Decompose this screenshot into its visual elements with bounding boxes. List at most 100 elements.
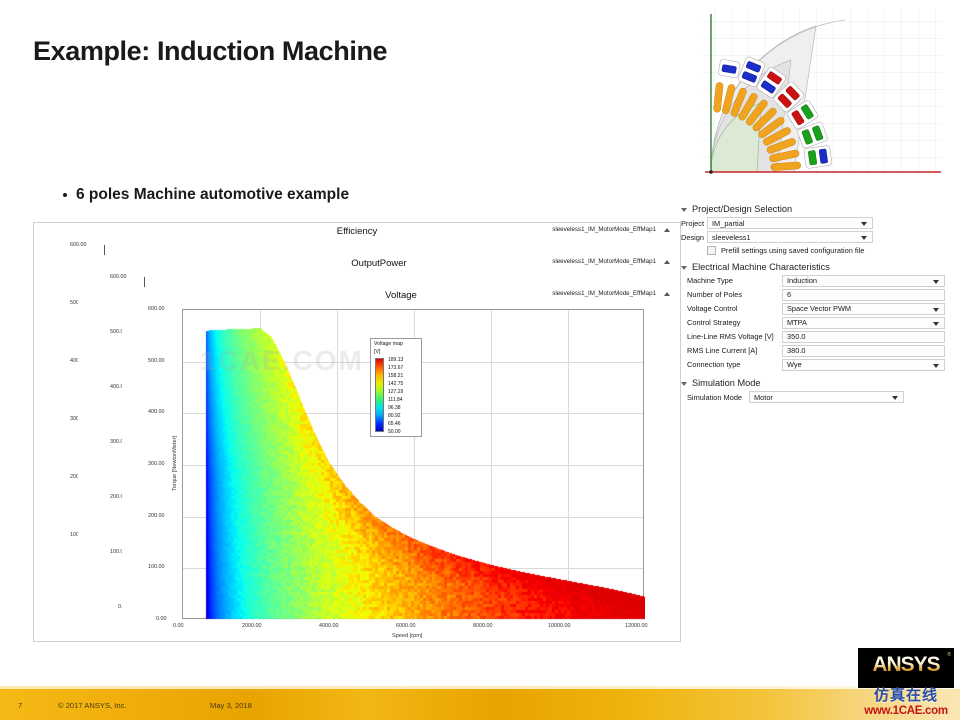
- ansys-branding-block: ANSYS ® 仿真在线 www.1CAE.com: [858, 648, 954, 720]
- tick-x-voltage: 10000.00: [548, 623, 571, 629]
- chevron-down-icon[interactable]: [681, 382, 687, 386]
- legend-value: 189.13: [388, 357, 404, 363]
- chart-title-voltage: Voltage: [385, 290, 417, 301]
- field-row-project: Project IM_partial: [681, 217, 953, 230]
- field-label-simulation-mode: Simulation Mode: [687, 392, 743, 402]
- tick-y-voltage: 600.00: [148, 306, 165, 312]
- chart-series-tag-voltage: sleeveless1_IM_MotorMode_EffMap1: [552, 290, 656, 297]
- field-label-line-line-rms-voltage: Line-Line RMS Voltage [V]: [687, 332, 774, 342]
- field-label-rms-line-current: RMS Line Current [A]: [687, 346, 758, 356]
- legend-value: 96.38: [388, 405, 401, 411]
- chart-title-efficiency: Efficiency: [336, 226, 378, 237]
- section-header-project-design-selection[interactable]: Project/Design Selection: [681, 204, 953, 214]
- field-label-number-of-poles: Number of Poles: [687, 290, 743, 300]
- line-line-rms-voltage-input[interactable]: 350.0: [782, 330, 945, 343]
- tick-y-voltage: 500.00: [148, 358, 165, 364]
- voltage-control-dropdown[interactable]: Space Vector PWM: [782, 302, 945, 315]
- legend-value: 158.21: [388, 373, 404, 379]
- line-line-rms-voltage-value: 350.0: [787, 332, 806, 342]
- slide-page-number: 7: [18, 701, 23, 710]
- field-label-connection-type: Connection type: [687, 360, 741, 370]
- bullet-item-label: 6 poles Machine automotive example: [76, 186, 350, 203]
- simulation-mode-dropdown[interactable]: Motor: [749, 391, 904, 404]
- field-label-design: Design: [681, 232, 705, 242]
- tick-x-voltage: 8000.00: [473, 623, 493, 629]
- tick-x-voltage: 12000.00: [625, 623, 648, 629]
- chart-title-bar-outputpower: OutputPower sleeveless1_IM_MotorMode_Eff…: [78, 255, 680, 272]
- legend-value: 80.92: [388, 413, 401, 419]
- chevron-down-icon[interactable]: [861, 236, 867, 241]
- chart-collapse-icon-voltage[interactable]: [664, 292, 670, 296]
- tick-y-voltage: 300.00: [148, 461, 165, 467]
- legend-title: Voltage map: [374, 341, 403, 347]
- axis-title-y-voltage: Torque [NewtonMeter]: [172, 435, 178, 491]
- rms-line-current-input[interactable]: 380.0: [782, 344, 945, 357]
- field-row-simulation-mode: Simulation Mode Motor: [681, 391, 953, 404]
- field-label-control-strategy: Control Strategy: [687, 318, 741, 328]
- slide-date: May 3, 2018: [210, 701, 252, 710]
- machine-type-dropdown[interactable]: Induction: [782, 274, 945, 287]
- number-of-poles-value: 6: [787, 290, 792, 300]
- slide-footer: 7 © 2017 ANSYS, Inc. May 3, 2018: [0, 686, 960, 720]
- prefill-settings-checkbox[interactable]: [707, 245, 716, 255]
- chart-collapse-icon-efficiency[interactable]: [664, 228, 670, 232]
- section-header-electrical-machine-characteristics[interactable]: Electrical Machine Characteristics: [681, 262, 953, 272]
- legend-value: 173.67: [388, 365, 404, 371]
- voltage-control-value: Space Vector PWM: [787, 304, 852, 314]
- tick-y-voltage: 200.00: [148, 513, 165, 519]
- legend-value: 50.00: [388, 429, 401, 435]
- induction-machine-geometry-image: [697, 4, 952, 184]
- number-of-poles-input[interactable]: 6: [782, 288, 945, 301]
- field-row-connection-type: Connection type Wye: [681, 358, 953, 372]
- trademark-icon: ®: [947, 652, 951, 658]
- section-header-simulation-mode[interactable]: Simulation Mode: [681, 378, 953, 388]
- legend-value: 111.84: [388, 397, 403, 403]
- field-row-voltage-control: Voltage Control Space Vector PWM: [681, 302, 953, 316]
- chart-title-outputpower: OutputPower: [351, 258, 407, 269]
- project-dropdown[interactable]: IM_partial: [707, 217, 873, 230]
- motor-setup-panel: Project/Design Selection Project IM_part…: [681, 204, 953, 405]
- efficiency-map-charts: Efficiency sleeveless1_IM_MotorMode_EffM…: [33, 222, 681, 642]
- tick-x-voltage: 0.00: [173, 623, 184, 629]
- legend-colorbar: [375, 358, 384, 432]
- copyright-text: © 2017 ANSYS, Inc.: [58, 701, 127, 710]
- chevron-down-icon[interactable]: [933, 279, 939, 284]
- legend-value: 142.75: [388, 381, 404, 387]
- chevron-down-icon[interactable]: [933, 363, 939, 368]
- section-title-electrical-machine-characteristics: Electrical Machine Characteristics: [692, 261, 830, 272]
- field-row-machine-type: Machine Type Induction: [681, 274, 953, 288]
- field-row-number-of-poles: Number of Poles 6: [681, 288, 953, 302]
- chart-collapse-icon-outputpower[interactable]: [664, 260, 670, 264]
- bullet-list-item: 6 poles Machine automotive example: [63, 186, 349, 204]
- design-dropdown[interactable]: sleeveless1: [707, 231, 873, 244]
- chevron-down-icon[interactable]: [861, 222, 867, 227]
- chevron-down-icon[interactable]: [681, 208, 687, 212]
- control-strategy-value: MTPA: [787, 318, 807, 328]
- chevron-down-icon[interactable]: [892, 396, 898, 401]
- control-strategy-dropdown[interactable]: MTPA: [782, 316, 945, 329]
- field-row-rms-line-current: RMS Line Current [A] 380.0: [681, 344, 953, 358]
- bullet-point-icon: [63, 193, 67, 197]
- legend-unit: [V]: [374, 349, 381, 355]
- connection-type-dropdown[interactable]: Wye: [782, 358, 945, 371]
- watermark-url: www.1CAE.com: [864, 705, 948, 717]
- chart-series-tag-outputpower: sleeveless1_IM_MotorMode_EffMap1: [552, 258, 656, 265]
- tick-y-voltage: 0.00: [156, 616, 167, 622]
- prefill-settings-row[interactable]: Prefill settings using saved configurati…: [707, 245, 953, 255]
- legend-value: 127.29: [388, 389, 404, 395]
- tick-x-voltage: 6000.00: [396, 623, 416, 629]
- legend-value: 65.46: [388, 421, 401, 427]
- tick-y-voltage: 100.00: [148, 564, 165, 570]
- field-row-control-strategy: Control Strategy MTPA: [681, 316, 953, 330]
- tick-y-efficiency: 600.00: [70, 242, 87, 248]
- page-title: Example: Induction Machine: [33, 36, 388, 66]
- chevron-down-icon[interactable]: [681, 265, 687, 270]
- connection-type-value: Wye: [787, 360, 802, 370]
- simulation-mode-value: Motor: [754, 392, 773, 402]
- field-row-line-line-rms-voltage: Line-Line RMS Voltage [V] 350.0: [681, 330, 953, 344]
- chart-title-bar-efficiency: Efficiency sleeveless1_IM_MotorMode_EffM…: [34, 223, 680, 240]
- chevron-down-icon[interactable]: [933, 307, 939, 312]
- chevron-down-icon[interactable]: [933, 321, 939, 326]
- tick-x-voltage: 2000.00: [242, 623, 262, 629]
- field-row-design: Design sleeveless1: [681, 231, 953, 244]
